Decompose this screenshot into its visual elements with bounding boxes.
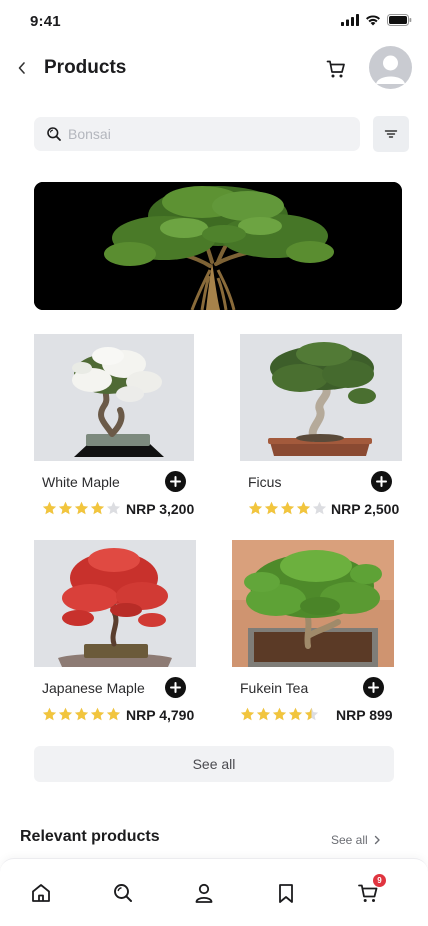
star-icon [256,707,271,721]
star-icon [272,707,287,721]
product-name: Japanese Maple [42,680,145,696]
bookmark-icon [279,884,293,903]
nav-saved[interactable] [273,880,299,906]
star-icon [90,707,105,721]
banner-bonsai-image [34,182,402,310]
rating-stars [248,501,327,515]
bottom-nav: 9 [0,858,428,926]
hero-banner[interactable] [34,182,402,310]
product-card[interactable]: Ficus NRP 2,500 [240,334,402,520]
avatar-icon [376,55,405,84]
plus-icon [170,476,181,487]
plus-icon [170,682,181,693]
search-box[interactable] [34,117,360,151]
star-icon [90,501,105,515]
section-title: Relevant products [20,828,160,845]
product-price: NRP 4,790 [126,707,195,723]
add-to-cart-button[interactable] [363,677,384,698]
product-image [240,334,402,461]
add-to-cart-button[interactable] [165,471,186,492]
rating-stars [240,707,319,721]
see-all-button[interactable]: See all [34,746,394,782]
star-icon [288,707,303,721]
star-icon [42,501,57,515]
nav-home[interactable] [28,880,54,906]
star-icon [106,501,121,515]
header: Products [0,44,428,94]
product-image [34,540,196,667]
status-time: 9:41 [30,13,61,30]
status-bar: 9:41 [0,0,428,44]
product-price: NRP 2,500 [331,501,400,517]
user-icon [195,883,213,903]
search-icon [47,127,61,141]
filter-button[interactable] [373,116,409,152]
product-card[interactable]: White Maple NRP 3,200 [34,334,196,520]
product-name: Ficus [248,474,282,490]
ficus-image [240,334,402,461]
white-maple-image [34,334,194,461]
star-icon [58,501,73,515]
product-image [232,540,394,667]
rating-stars [42,501,121,515]
japanese-maple-image [34,540,196,667]
back-button[interactable] [12,58,32,78]
product-name: White Maple [42,474,120,490]
nav-cart[interactable]: 9 [355,874,386,906]
status-icons [341,14,412,26]
cart-icon [326,60,345,78]
relevant-see-all-label: See all [331,833,368,847]
product-name: Fukein Tea [240,680,309,696]
nav-search[interactable] [110,880,136,906]
chevron-right-icon [374,835,380,845]
cart-badge: 9 [373,874,386,887]
star-icon [240,707,255,721]
add-to-cart-button[interactable] [165,677,186,698]
product-card[interactable]: Fukein Tea NRP 899 [232,540,394,726]
star-icon [280,501,295,515]
star-icon [42,707,57,721]
star-icon [58,707,73,721]
relevant-see-all-link[interactable]: See all [331,833,381,847]
search-input[interactable] [68,117,348,151]
product-image [34,334,194,461]
product-price: NRP 3,200 [126,501,195,517]
product-card[interactable]: Japanese Maple NRP 4,790 [34,540,196,726]
battery-icon [387,14,412,26]
star-icon [248,501,263,515]
plus-icon [368,682,379,693]
fukein-tea-image [232,540,394,667]
star-icon [74,707,89,721]
star-icon [106,707,121,721]
add-to-cart-button[interactable] [371,471,392,492]
wifi-icon [366,15,380,26]
nav-profile[interactable] [191,880,217,906]
product-price: NRP 899 [336,707,393,723]
page-title: Products [44,57,127,78]
filter-icon [384,130,398,138]
star-icon [312,501,327,515]
rating-stars [42,707,121,721]
search-nav-icon [114,884,132,902]
plus-icon [376,476,387,487]
home-icon [32,884,50,902]
star-icon [264,501,279,515]
avatar[interactable] [369,46,412,89]
back-icon [18,62,25,74]
star-icon [296,501,311,515]
signal-icon [341,14,359,26]
star-icon [74,501,89,515]
star-icon [304,707,319,721]
cart-button[interactable] [324,57,348,81]
